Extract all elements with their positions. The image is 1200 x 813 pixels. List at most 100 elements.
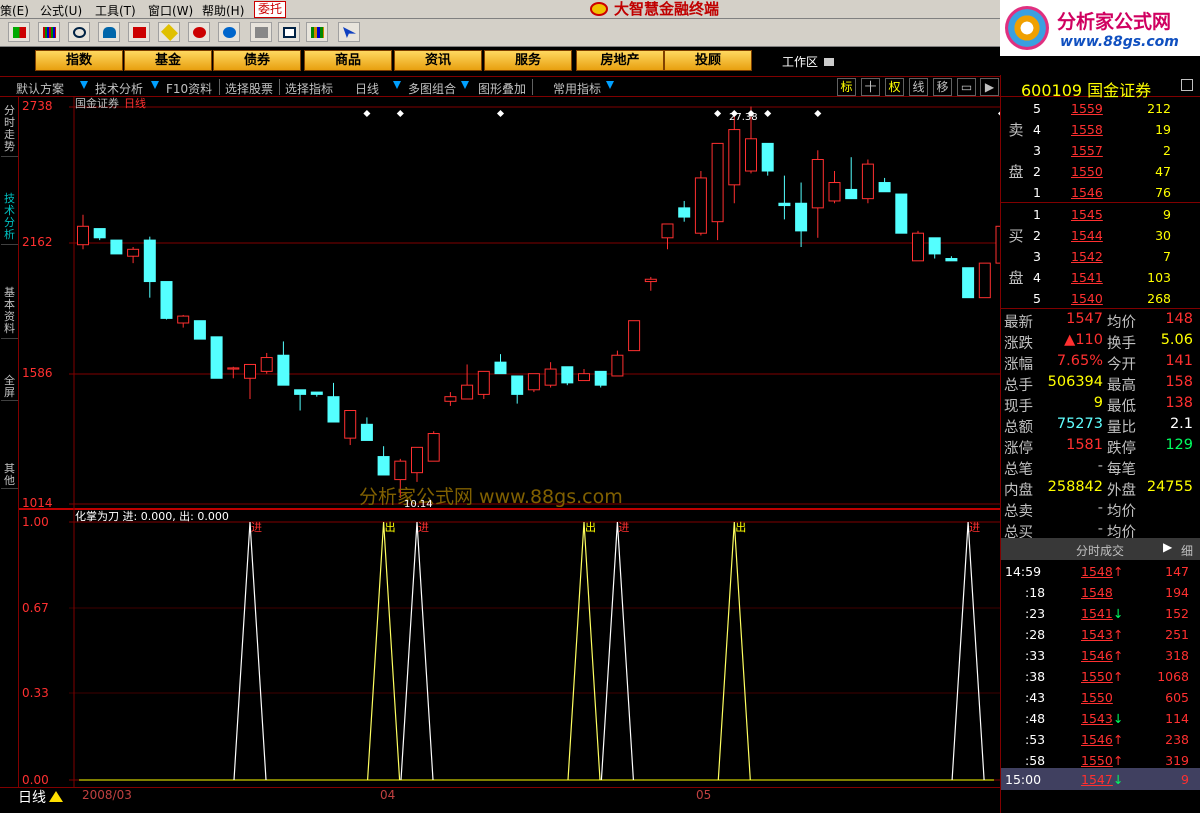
entrust-button[interactable]: 委托 — [254, 1, 286, 18]
sell-row[interactable]: 1 1546 76 — [1001, 182, 1200, 203]
bid-price[interactable]: 1541 — [1071, 270, 1103, 285]
buy-row[interactable]: 2 1544 30 — [1001, 225, 1200, 246]
candle[interactable] — [561, 366, 574, 384]
workarea-menu[interactable]: 工作区 — [782, 53, 835, 70]
nav-news-button[interactable]: 资讯 — [394, 50, 482, 71]
tool-blue-icon[interactable] — [218, 22, 240, 42]
menu-help[interactable]: 帮助(H) — [202, 2, 244, 19]
select-indicator-button[interactable]: 选择指标 — [285, 80, 333, 97]
common-indicator-select[interactable]: 常用指标 — [553, 80, 601, 97]
candle[interactable] — [895, 193, 908, 234]
candle[interactable] — [661, 223, 674, 239]
trades-detail-tab[interactable]: 细 — [1181, 542, 1193, 559]
candle[interactable] — [77, 225, 89, 246]
period-switch[interactable]: 日线 — [18, 787, 63, 807]
candle[interactable] — [177, 315, 190, 324]
candle[interactable] — [110, 239, 123, 255]
sell-row[interactable]: 3 1557 2 — [1001, 140, 1200, 161]
common-indicator-dropdown-icon[interactable] — [606, 81, 614, 89]
chart-canvas[interactable]: 进 出 进 出 进 出 进 国金证券 日线 分析家公式网 www.88gs.com 化掌为刀… — [19, 97, 1000, 787]
tool-quote-icon[interactable] — [8, 22, 30, 42]
overlay-button[interactable]: 图形叠加 — [478, 80, 526, 97]
candle[interactable] — [143, 239, 156, 283]
trades-header[interactable]: 分时成交 ▶ 细 — [1001, 538, 1200, 560]
candle[interactable] — [310, 391, 323, 395]
tool-print-icon[interactable] — [250, 22, 272, 42]
buy-row[interactable]: 1 1545 9 — [1001, 204, 1200, 225]
period-dropdown-icon[interactable] — [393, 81, 401, 89]
nav-fund-button[interactable]: 基金 — [124, 50, 212, 71]
candle[interactable] — [711, 142, 724, 223]
sell-row[interactable]: 2 1550 47 — [1001, 161, 1200, 182]
tool-books-icon[interactable] — [306, 22, 328, 42]
bid-price[interactable]: 1540 — [1071, 291, 1103, 306]
sell-row[interactable]: 5 1559 212 — [1001, 98, 1200, 119]
candle[interactable] — [461, 384, 474, 400]
nav-bond-button[interactable]: 债券 — [213, 50, 301, 71]
bid-price[interactable]: 1545 — [1071, 207, 1103, 222]
candle[interactable] — [878, 182, 891, 193]
buy-row[interactable]: 4 1541 103 — [1001, 267, 1200, 288]
sell-row[interactable]: 4 1558 19 — [1001, 119, 1200, 140]
tab-fullscreen[interactable]: 全屏 — [1, 371, 18, 401]
candle[interactable] — [294, 389, 307, 395]
tool-people-icon[interactable] — [98, 22, 120, 42]
candle[interactable] — [411, 446, 423, 474]
candle[interactable] — [795, 202, 808, 232]
multi-chart-dropdown-icon[interactable] — [461, 81, 469, 89]
candle[interactable] — [544, 368, 557, 386]
candle[interactable] — [260, 357, 273, 372]
ask-price[interactable]: 1559 — [1071, 101, 1103, 116]
candle[interactable] — [845, 188, 858, 200]
tool-search-icon[interactable] — [68, 22, 90, 42]
nav-advisor-button[interactable]: 投顾 — [664, 50, 752, 71]
period-select[interactable]: 日线 — [355, 80, 379, 97]
candle[interactable] — [193, 320, 206, 340]
buy-row[interactable]: 3 1542 7 — [1001, 246, 1200, 267]
candle[interactable] — [427, 433, 440, 462]
candle[interactable] — [945, 258, 958, 262]
bid-price[interactable]: 1542 — [1071, 249, 1103, 264]
tab-technical[interactable]: 技术分析 — [1, 189, 18, 245]
tab-crosshair[interactable]: 十 — [861, 78, 880, 96]
menu-formula[interactable]: 公式(U) — [40, 2, 82, 19]
tool-window-icon[interactable] — [278, 22, 300, 42]
select-stock-button[interactable]: 选择股票 — [225, 80, 273, 97]
ask-price[interactable]: 1550 — [1071, 164, 1103, 179]
candle[interactable] — [761, 142, 774, 172]
tab-line[interactable]: 线 — [909, 78, 928, 96]
candle[interactable] — [594, 370, 607, 386]
candle[interactable] — [962, 267, 975, 299]
candle[interactable] — [861, 163, 874, 200]
ask-price[interactable]: 1558 — [1071, 122, 1103, 137]
tool-red-icon[interactable] — [188, 22, 210, 42]
window-restore-icon[interactable]: ▭ — [957, 78, 976, 96]
ask-price[interactable]: 1557 — [1071, 143, 1103, 158]
candle[interactable] — [327, 396, 340, 423]
nav-service-button[interactable]: 服务 — [484, 50, 572, 71]
chart-area[interactable]: 进 出 进 出 进 出 进 国金证券 日线 分析家公式网 www.88gs.com 化掌为刀… — [19, 97, 1000, 787]
candle[interactable] — [477, 370, 490, 395]
nav-realestate-button[interactable]: 房地产 — [576, 50, 664, 71]
candle[interactable] — [244, 363, 256, 379]
f10-button[interactable]: F10资料 — [166, 80, 212, 97]
multi-chart-select[interactable]: 多图组合 — [408, 80, 456, 97]
candle[interactable] — [728, 129, 741, 186]
candle[interactable] — [277, 354, 290, 386]
tab-fundamental[interactable]: 基本资料 — [1, 283, 18, 339]
menu-strategy[interactable]: 策(E) — [0, 2, 29, 19]
candle[interactable] — [394, 460, 407, 481]
candle[interactable] — [127, 248, 140, 257]
candle[interactable] — [494, 361, 507, 375]
candle[interactable] — [828, 182, 841, 202]
panel-toggle-icon[interactable]: ▶ — [980, 78, 999, 96]
candle[interactable] — [694, 177, 707, 234]
tool-help-cursor-icon[interactable] — [338, 22, 360, 42]
candle[interactable] — [778, 202, 791, 207]
nav-index-button[interactable]: 指数 — [35, 50, 123, 71]
candle[interactable] — [377, 456, 390, 476]
tool-bars-icon[interactable] — [38, 22, 60, 42]
tab-mark[interactable]: 标 — [837, 78, 856, 96]
tool-flag-icon[interactable] — [128, 22, 150, 42]
candle[interactable] — [511, 375, 524, 395]
